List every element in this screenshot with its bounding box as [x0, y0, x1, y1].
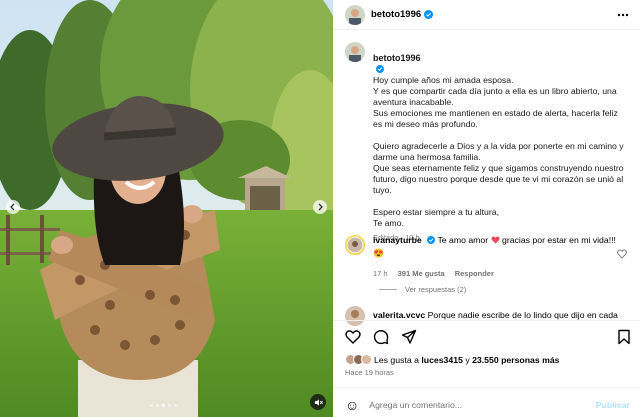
- avatar-image: [345, 42, 365, 62]
- likes-user[interactable]: luces3415: [421, 355, 463, 365]
- caption-author-avatar[interactable]: [345, 42, 365, 62]
- avatar-image: [345, 235, 365, 255]
- comment-likes[interactable]: 391 Me gusta: [398, 268, 445, 279]
- caption: betoto1996 Hoy cumple años mi amada espo…: [345, 42, 633, 243]
- comment: ivanayturbe Te amo amor gracias por esta…: [345, 235, 633, 279]
- comment-username[interactable]: ivanayturbe: [373, 235, 422, 245]
- replies-divider: [379, 289, 397, 290]
- comment-time: 17 h: [373, 269, 388, 278]
- comment-bubble-icon[interactable]: [373, 329, 389, 345]
- caption-username[interactable]: betoto1996: [373, 53, 421, 63]
- comment-input[interactable]: [369, 399, 590, 410]
- share-paper-plane-icon[interactable]: [401, 329, 417, 345]
- previous-slide-button[interactable]: [6, 200, 20, 214]
- red-heart-icon: [490, 236, 500, 244]
- carousel-dot-active: [162, 404, 165, 407]
- carousel-dot: [156, 404, 159, 407]
- comment-username[interactable]: valerita.vcvc: [373, 310, 425, 320]
- author-username[interactable]: betoto1996: [371, 9, 421, 20]
- caption-paragraph-2: Quiero agradecerle a Dios y a la vida po…: [373, 141, 624, 195]
- like-comment-heart-icon[interactable]: [617, 249, 627, 259]
- speaker-muted-icon: [314, 398, 323, 406]
- caption-paragraph-1: Y es que compartir cada día junto a ella…: [373, 86, 618, 129]
- verified-badge-icon: [376, 65, 384, 73]
- avatar-image: [345, 4, 365, 25]
- comment-text: Porque nadie escribe de lo lindo que dij…: [427, 310, 618, 320]
- liker-avatar: [361, 354, 372, 365]
- chevron-right-icon: [318, 203, 323, 211]
- likes-count[interactable]: 23.550 personas más: [472, 355, 559, 365]
- reply-button[interactable]: Responder: [455, 268, 494, 279]
- next-slide-button[interactable]: [313, 200, 327, 214]
- author-avatar[interactable]: [345, 4, 365, 25]
- likes-connector: y: [465, 354, 470, 365]
- like-heart-icon[interactable]: [345, 329, 361, 345]
- likes-prefix: Les gusta a: [374, 354, 419, 365]
- carousel-dot: [168, 404, 171, 407]
- save-bookmark-icon[interactable]: [616, 329, 632, 345]
- mute-button[interactable]: [310, 394, 326, 410]
- photo-scene: [0, 0, 333, 417]
- verified-badge-icon: [424, 10, 434, 19]
- post-header: betoto1996: [333, 0, 640, 30]
- view-replies-button[interactable]: Ver respuestas (2): [379, 285, 466, 294]
- add-comment-bar: ☺ Publicar: [333, 387, 640, 417]
- post-timestamp: Hace 19 horas: [345, 368, 394, 377]
- caption-text: betoto1996 Hoy cumple años mi amada espo…: [373, 42, 629, 243]
- comment-text-end: gracias por estar en mi vida!!!: [502, 235, 616, 245]
- chevron-left-icon: [10, 203, 15, 211]
- emoji-picker-icon[interactable]: ☺: [345, 398, 359, 412]
- carousel-dot: [174, 404, 177, 407]
- comment-text-start: Te amo amor: [437, 235, 489, 245]
- verified-badge-icon: [427, 236, 436, 244]
- comment-emoji: 😍: [373, 248, 384, 258]
- liker-avatars: [345, 354, 372, 365]
- commenter-avatar[interactable]: [345, 235, 365, 255]
- carousel-dots: [150, 404, 177, 407]
- view-replies-label: Ver respuestas (2): [405, 285, 467, 294]
- caption-paragraph-3: Espero estar siempre a tu altura, Te amo…: [373, 207, 500, 228]
- post-actions: Les gusta a luces3415 y 23.550 personas …: [333, 320, 640, 417]
- more-options-icon[interactable]: [616, 8, 630, 22]
- publish-button[interactable]: Publicar: [596, 400, 630, 410]
- post-photo[interactable]: [0, 0, 333, 417]
- carousel-dot: [150, 404, 153, 407]
- caption-line-1: Hoy cumple años mi amada esposa.: [373, 75, 514, 85]
- likes-summary: Les gusta a luces3415 y 23.550 personas …: [345, 354, 560, 365]
- post-side-panel: betoto1996 betoto1996 Hoy cumple años mi…: [333, 0, 640, 417]
